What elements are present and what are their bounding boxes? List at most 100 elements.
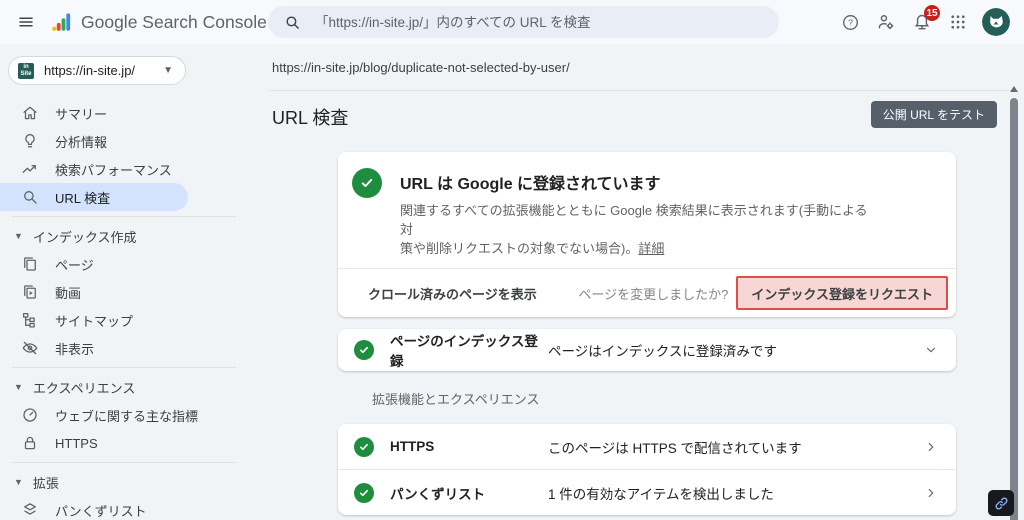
user-settings-button[interactable] [868, 4, 904, 40]
chevron-down-icon [924, 343, 938, 357]
enhancement-label: パンくずリスト [390, 486, 486, 502]
enhancements-card: HTTPS このページは HTTPS で配信されていますパンくずリスト 1 件の有効… [338, 424, 956, 515]
sidebar-nav: サマリー分析情報検索パフォーマンス URL 検査 ▼ インデックス作成ページ動画サイト… [0, 99, 256, 520]
sidebar-item-label: 検索パフォーマンス [55, 162, 172, 178]
sidebar-item-https[interactable]: HTTPS [0, 429, 188, 457]
sidebar-item-label: サマリー [55, 106, 108, 122]
check-circle-icon [354, 340, 374, 360]
sidebar-item-label: ウェブに関する主な指標 [55, 408, 199, 424]
sidebar-item-label: HTTPS [55, 435, 98, 451]
chevron-right-icon [924, 440, 938, 454]
request-indexing-button[interactable]: インデックス登録をリクエスト [736, 276, 948, 310]
verdict-description: 関連するすべての拡張機能とともに Google 検索結果に表示されます(手動によ… [400, 203, 868, 256]
sidebar-item-videos[interactable]: 動画 [0, 278, 188, 306]
check-circle-icon [354, 436, 374, 457]
svg-text:?: ? [848, 17, 853, 27]
chevron-down-icon: ▼ [163, 65, 173, 76]
inspected-url-bar: https://in-site.jp/blog/duplicate-not-se… [256, 44, 1024, 91]
inspected-url: https://in-site.jp/blog/duplicate-not-se… [272, 60, 570, 75]
check-circle-icon [352, 168, 382, 198]
home-icon [21, 104, 39, 122]
notifications-button[interactable]: 15 [904, 4, 940, 40]
sidebar-divider [12, 462, 236, 463]
verdict-card: URL は Google に登録されています 関連するすべての拡張機能とともに … [338, 152, 956, 317]
sidebar-item-summary[interactable]: サマリー [0, 99, 188, 127]
search-console-logo-icon [52, 13, 71, 31]
trending-icon [21, 160, 39, 178]
menu-icon[interactable] [6, 2, 46, 42]
enhancement-row-breadcrumbs[interactable]: パンくずリスト 1 件の有効なアイテムを検出しました [338, 469, 956, 515]
apps-grid-button[interactable] [940, 4, 976, 40]
sidebar-section-experience[interactable]: ▼ エクスペリエンス [0, 373, 256, 401]
sidebar-item-label: URL 検査 [55, 190, 111, 206]
search-icon [21, 188, 39, 206]
help-button[interactable]: ? [832, 4, 868, 40]
search-input[interactable] [313, 13, 747, 31]
sidebar-divider [12, 367, 236, 368]
sidebar-item-label: サイトマップ [55, 313, 134, 329]
page-indexing-card[interactable]: ページのインデックス登録 ページはインデックスに登録済みです [338, 329, 956, 371]
page-changed-question: ページを変更しましたか? [578, 286, 729, 302]
sitemap-icon [21, 311, 39, 329]
app-logo[interactable]: Google Search Console [50, 11, 267, 33]
test-live-url-button[interactable]: 公開 URL をテスト [870, 101, 997, 128]
enhancement-status: このページは HTTPS で配信されています [548, 440, 802, 456]
lock-icon [21, 434, 39, 452]
indexing-label: ページのインデックス登録 [390, 334, 538, 369]
page-title: URL 検査 [272, 108, 349, 128]
video-icon [21, 283, 39, 301]
property-selector[interactable]: in Site https://in-site.jp/ ▼ [8, 56, 186, 85]
enhancement-status: 1 件の有効なアイテムを検出しました [548, 486, 774, 502]
sidebar-item-performance[interactable]: 検索パフォーマンス [0, 155, 188, 183]
scrollbar-up-arrow[interactable] [1010, 86, 1018, 92]
sidebar-section-label: エクスペリエンス [32, 380, 136, 396]
layers-icon [21, 501, 39, 519]
sidebar-section-label: インデックス作成 [32, 229, 137, 245]
sidebar-item-label: パンくずリスト [55, 503, 147, 519]
caret-down-icon: ▼ [14, 477, 23, 487]
sidebar-item-url-inspection[interactable]: URL 検査 [0, 183, 188, 211]
enhancements-section-label: 拡張機能とエクスペリエンス [372, 392, 540, 407]
top-app-bar: Google Search Console ? 15 [0, 0, 1024, 44]
verdict-footer: クロール済みのページを表示 ページを変更しましたか? インデックス登録をリクエス… [338, 268, 956, 317]
sidebar-item-pages[interactable]: ページ [0, 250, 188, 278]
enhancement-row-https[interactable]: HTTPS このページは HTTPS で配信されています [338, 424, 956, 469]
link-extension-badge[interactable] [988, 490, 1014, 516]
avatar[interactable] [982, 8, 1010, 36]
indexing-status: ページはインデックスに登録済みです [548, 344, 777, 359]
sidebar-item-label: 分析情報 [55, 134, 108, 150]
sidebar-item-label: 非表示 [55, 341, 95, 357]
lightbulb-icon [21, 132, 39, 150]
app-title: Google Search Console [81, 11, 267, 32]
eye-off-icon [21, 339, 39, 357]
url-inspect-searchbox[interactable] [268, 6, 779, 38]
sidebar-section-indexing[interactable]: ▼ インデックス作成 [0, 222, 256, 250]
chevron-right-icon [924, 486, 938, 500]
pages-icon [21, 255, 39, 273]
sidebar-item-breadcrumbs[interactable]: パンくずリスト [0, 496, 188, 520]
sidebar-item-insights[interactable]: 分析情報 [0, 127, 188, 155]
sidebar-divider [12, 216, 236, 217]
sidebar-item-label: ページ [55, 257, 94, 273]
view-crawled-page-link[interactable]: クロール済みのページを表示 [368, 284, 537, 303]
gauge-icon [21, 406, 39, 424]
property-label: https://in-site.jp/ [44, 63, 136, 78]
notification-count-badge: 15 [924, 5, 940, 21]
sidebar-section-label: 拡張 [32, 475, 59, 491]
scrollbar-thumb[interactable] [1010, 98, 1018, 520]
sidebar: in Site https://in-site.jp/ ▼ サマリー分析情報検索パ… [0, 44, 256, 520]
main-content: https://in-site.jp/blog/duplicate-not-se… [256, 44, 1024, 520]
caret-down-icon: ▼ [14, 231, 23, 241]
check-circle-icon [354, 482, 374, 503]
sidebar-section-enhancements[interactable]: ▼ 拡張 [0, 468, 256, 496]
sidebar-item-removals[interactable]: 非表示 [0, 334, 188, 362]
search-icon [284, 14, 301, 31]
enhancement-label: HTTPS [390, 439, 435, 454]
sidebar-item-sitemaps[interactable]: サイトマップ [0, 306, 188, 334]
learn-more-link[interactable]: 詳細 [638, 241, 664, 256]
link-icon [995, 497, 1007, 509]
sidebar-item-core-web-vitals[interactable]: ウェブに関する主な指標 [0, 401, 198, 429]
sidebar-item-label: 動画 [55, 285, 82, 301]
search-console-app: Google Search Console ? 15 [0, 0, 1024, 520]
caret-down-icon: ▼ [14, 382, 23, 392]
